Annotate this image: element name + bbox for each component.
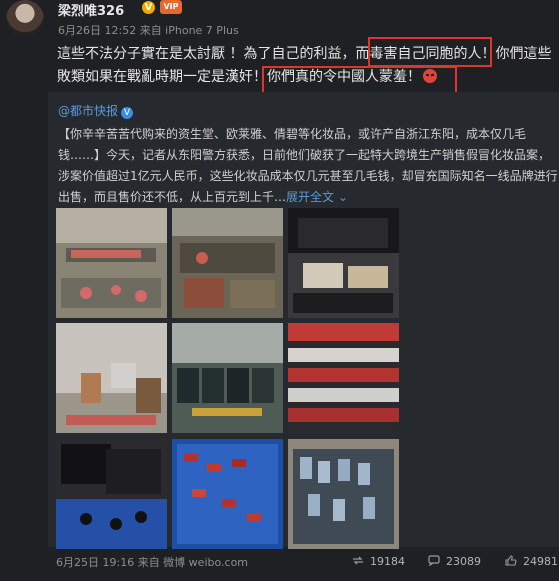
comment-count-value: 23089	[446, 555, 481, 568]
repost-text-line: 【你辛辛苦苦代购来的资生堂、欧莱雅、倩碧等化妆品，或许产自浙江东阳，成本仅几毛	[58, 127, 527, 141]
like-count[interactable]: 24981	[505, 555, 558, 568]
username[interactable]: 梁烈唯326	[58, 0, 124, 19]
post-meta: 6月26日 12:52 来自 iPhone 7 Plus	[58, 24, 239, 37]
verified-v-icon: V	[142, 1, 155, 14]
factory-photo-icon	[288, 323, 399, 433]
photo-thumbnail[interactable]	[288, 323, 399, 433]
factory-photo-icon	[56, 208, 167, 318]
verified-v-icon: V	[121, 107, 134, 119]
factory-photo-icon	[172, 323, 283, 433]
photo-thumbnail[interactable]	[288, 208, 399, 318]
photo-thumbnail[interactable]	[56, 439, 167, 549]
repost-footer: 6月25日 19:16 来自 微博 weibo.com	[56, 556, 249, 569]
repost-count-value: 19184	[370, 555, 405, 568]
avatar[interactable]	[6, 0, 44, 38]
photo-thumbnail[interactable]	[288, 439, 399, 549]
like-count-value: 24981	[523, 555, 558, 568]
comment-icon	[428, 555, 440, 566]
factory-photo-icon	[172, 439, 283, 549]
repost-count[interactable]: 19184	[352, 555, 405, 568]
factory-photo-icon	[288, 208, 399, 318]
vip-badge-icon[interactable]: VIP	[160, 0, 182, 14]
repost-card[interactable]: @都市快报 V 【你辛辛苦苦代购来的资生堂、欧莱雅、倩碧等化妆品，或许产自浙江东阳…	[48, 92, 559, 569]
repost-text-line: 涉案价值超过1亿元人民币，这些化妆品成本仅几元甚至几毛钱，却冒充国际知名一线品牌…	[58, 169, 558, 183]
repost-text-line: 出售，而且售价还不低，从上百元到上千…展开全文 ⌄	[58, 187, 556, 208]
photo-thumbnail[interactable]	[56, 208, 167, 318]
repost-author[interactable]: @都市快报 V	[58, 102, 134, 119]
repost-text-line: 钱……】今天，记者从东阳警方获悉，日前他们破获了一起特大跨境生产销售假冒化妆品案…	[58, 148, 551, 162]
repost-icon	[353, 556, 363, 565]
comment-count[interactable]: 23089	[428, 555, 481, 568]
photo-thumbnail[interactable]	[172, 323, 283, 433]
expand-link[interactable]: 展开全文	[286, 190, 334, 204]
highlight-box	[368, 37, 492, 67]
factory-photo-icon	[288, 439, 399, 549]
photo-thumbnail[interactable]	[172, 208, 283, 318]
chevron-down-icon[interactable]: ⌄	[334, 190, 348, 204]
photo-thumbnail[interactable]	[172, 439, 283, 549]
photo-thumbnail[interactable]	[56, 323, 167, 433]
repost-author-name[interactable]: @都市快报	[58, 104, 118, 118]
like-icon	[505, 555, 517, 566]
factory-photo-icon	[56, 323, 167, 433]
factory-photo-icon	[56, 439, 167, 549]
factory-photo-icon	[172, 208, 283, 318]
repost-text-line-content: 出售，而且售价还不低，从上百元到上千…	[58, 190, 287, 204]
repost-text: 【你辛辛苦苦代购来的资生堂、欧莱雅、倩碧等化妆品，或许产自浙江东阳，成本仅几毛 …	[58, 124, 558, 208]
